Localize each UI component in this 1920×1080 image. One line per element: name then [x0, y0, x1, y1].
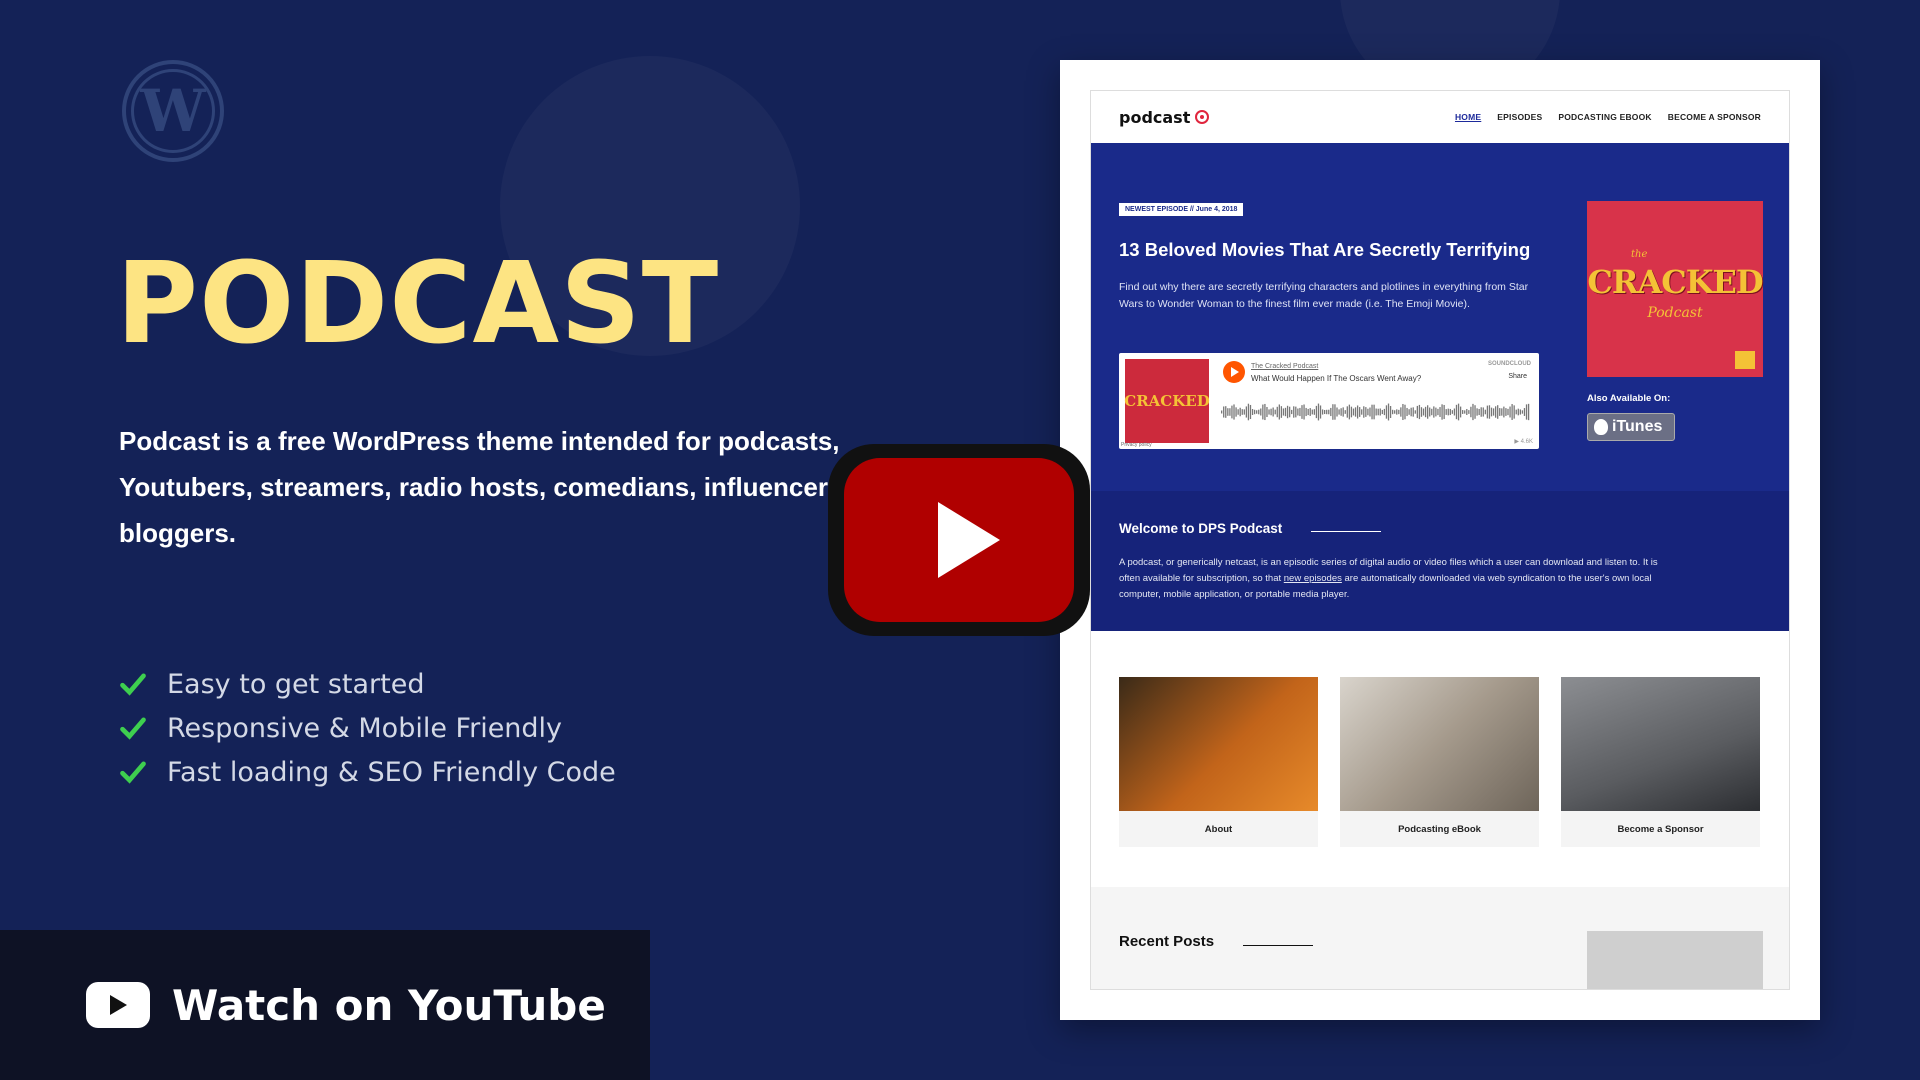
player-artwork: CRACKED: [1124, 359, 1210, 443]
apple-icon: [1594, 419, 1608, 435]
watch-on-youtube-button[interactable]: Watch on YouTube: [0, 930, 650, 1080]
nav-become-a-sponsor[interactable]: BECOME A SPONSOR: [1668, 112, 1761, 122]
share-button[interactable]: Share: [1508, 373, 1527, 380]
site-header: podcast HOME EPISODES PODCASTING EBOOK B…: [1091, 91, 1789, 143]
play-count: ▶ 4.6K: [1514, 439, 1533, 445]
guitar-case-image: [1561, 677, 1760, 811]
podcast-mic-icon: [1195, 110, 1210, 124]
card-become-a-sponsor[interactable]: Become a Sponsor: [1561, 677, 1760, 847]
soundcloud-brand: SOUNDCLOUD: [1488, 361, 1531, 367]
check-icon: [120, 761, 146, 784]
privacy-policy-link[interactable]: Privacy policy: [1121, 442, 1152, 448]
waveform[interactable]: [1221, 399, 1531, 425]
play-icon: [938, 502, 1000, 578]
theme-preview: podcast HOME EPISODES PODCASTING EBOOK B…: [1060, 60, 1820, 1020]
new-episodes-link[interactable]: new episodes: [1284, 573, 1342, 584]
hero-description: Podcast is a free WordPress theme intend…: [119, 426, 843, 548]
newest-episode-section: NEWEST EPISODE // June 4, 2018 13 Belove…: [1091, 143, 1789, 491]
tablet-reading-image: [1340, 677, 1539, 811]
hero-title: PODCAST: [116, 239, 720, 369]
divider: [1311, 531, 1381, 532]
feature-item: Responsive & Mobile Friendly: [119, 706, 616, 750]
divider: [1243, 945, 1313, 946]
feature-list: Easy to get started Responsive & Mobile …: [119, 662, 616, 794]
nav-podcasting-ebook[interactable]: PODCASTING EBOOK: [1558, 112, 1651, 122]
nav-home[interactable]: HOME: [1455, 112, 1481, 122]
cover-badge: [1735, 351, 1755, 369]
microphone-image: [1119, 677, 1318, 811]
itunes-badge[interactable]: iTunes: [1587, 413, 1675, 441]
card-podcasting-ebook[interactable]: Podcasting eBook: [1340, 677, 1539, 847]
check-icon: [120, 673, 146, 696]
feature-item: Fast loading & SEO Friendly Code: [119, 750, 616, 794]
feature-text: Responsive & Mobile Friendly: [167, 712, 563, 744]
feature-text: Easy to get started: [167, 668, 425, 700]
recent-posts-title: Recent Posts: [1119, 933, 1215, 950]
episode-title[interactable]: 13 Beloved Movies That Are Secretly Terr…: [1119, 239, 1559, 261]
podcast-cover-art: the CRACKED Podcast: [1587, 201, 1764, 377]
youtube-play-button[interactable]: [828, 444, 1090, 636]
episode-description: Find out why there are secretly terrifyi…: [1119, 281, 1529, 310]
youtube-icon: [86, 982, 150, 1028]
site-nav: HOME EPISODES PODCASTING EBOOK BECOME A …: [1455, 112, 1761, 122]
also-available-label: Also Available On:: [1587, 393, 1671, 404]
welcome-section: Welcome to DPS Podcast A podcast, or gen…: [1091, 491, 1789, 631]
player-track-title: What Would Happen If The Oscars Went Awa…: [1251, 374, 1422, 383]
feature-item: Easy to get started: [119, 662, 616, 706]
recent-posts-section: Recent Posts: [1091, 887, 1789, 989]
check-icon: [120, 717, 146, 740]
site-logo[interactable]: podcast: [1119, 108, 1210, 127]
site-window: podcast HOME EPISODES PODCASTING EBOOK B…: [1090, 90, 1790, 990]
watch-label: Watch on YouTube: [172, 980, 606, 1030]
feature-text: Fast loading & SEO Friendly Code: [167, 756, 616, 788]
recent-post-thumbnail[interactable]: [1587, 931, 1763, 989]
player-podcast-name[interactable]: The Cracked Podcast: [1251, 363, 1318, 370]
soundcloud-player: CRACKED The Cracked Podcast What Would H…: [1119, 353, 1539, 449]
welcome-text: A podcast, or generically netcast, is an…: [1119, 557, 1658, 600]
feature-cards: About Podcasting eBook Become a Sponsor: [1119, 677, 1760, 847]
card-about[interactable]: About: [1119, 677, 1318, 847]
play-icon[interactable]: [1223, 361, 1245, 383]
nav-episodes[interactable]: EPISODES: [1497, 112, 1542, 122]
wordpress-icon: W: [122, 60, 224, 162]
episode-tag: NEWEST EPISODE // June 4, 2018: [1119, 203, 1244, 216]
welcome-title: Welcome to DPS Podcast: [1119, 521, 1283, 536]
